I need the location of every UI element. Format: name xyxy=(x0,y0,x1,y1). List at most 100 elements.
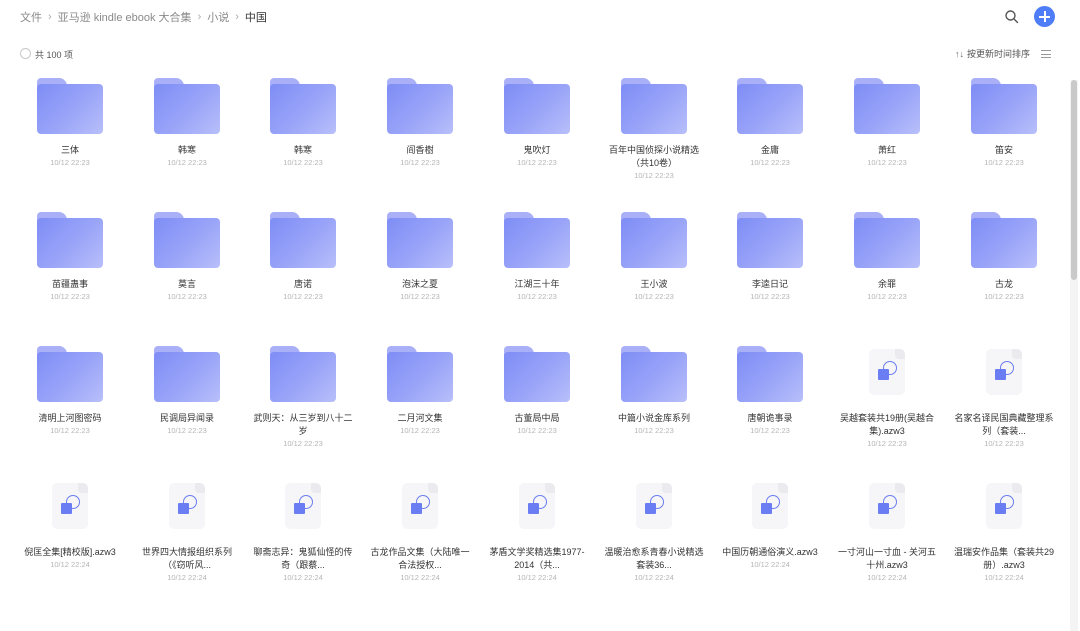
item-name: 中国历朝通俗演义.azw3 xyxy=(722,547,818,557)
azw3-file-icon xyxy=(971,346,1037,402)
item-date: 10/12 22:23 xyxy=(400,426,440,435)
item-date: 10/12 22:23 xyxy=(984,292,1024,301)
item-name: 金庸 xyxy=(760,145,779,155)
item-name: 民调局异闻录 xyxy=(159,413,214,423)
folder-icon xyxy=(971,78,1037,134)
item-name: 泡沫之夏 xyxy=(401,279,438,289)
item-name: 唐诺 xyxy=(293,279,312,289)
folder-icon xyxy=(37,212,103,268)
folder-icon xyxy=(737,212,803,268)
azw3-file-icon xyxy=(854,480,920,536)
folder-icon xyxy=(387,212,453,268)
folder-icon xyxy=(621,78,687,134)
item-name: 温暖治愈系青春小说精选套装36... xyxy=(604,547,704,570)
item-name: 李逵日记 xyxy=(751,279,788,289)
item-date: 10/12 22:24 xyxy=(50,560,90,569)
item-date: 10/12 22:23 xyxy=(50,426,90,435)
item-name: 清明上河图密码 xyxy=(38,413,102,423)
item-name: 茅盾文学奖精选集1977-2014（共... xyxy=(489,547,585,570)
item-date: 10/12 22:23 xyxy=(517,292,557,301)
item-date: 10/12 22:23 xyxy=(867,439,907,448)
folder-icon xyxy=(971,212,1037,268)
folder-icon xyxy=(37,78,103,134)
item-date: 10/12 22:24 xyxy=(167,573,207,582)
item-date: 10/12 22:23 xyxy=(167,292,207,301)
item-name: 古龙 xyxy=(994,279,1013,289)
item-date: 10/12 22:23 xyxy=(867,292,907,301)
item-name: 古龙作品文集（大陆唯一合法授权... xyxy=(370,547,470,570)
item-date: 10/12 22:24 xyxy=(634,573,674,582)
item-name: 鬼吹灯 xyxy=(523,145,551,155)
item-date: 10/12 22:24 xyxy=(984,573,1024,582)
azw3-file-icon xyxy=(504,480,570,536)
folder-icon xyxy=(737,78,803,134)
item-date: 10/12 22:23 xyxy=(984,158,1024,167)
folder-icon xyxy=(504,212,570,268)
item-name: 一寸河山一寸血 - 关河五十州.azw3 xyxy=(838,547,936,570)
azw3-file-icon xyxy=(971,480,1037,536)
item-name: 中篇小说金库系列 xyxy=(617,413,690,423)
item-name: 阎香樹 xyxy=(406,145,434,155)
item-name: 韩寒 xyxy=(177,145,196,155)
item-name: 江湖三十年 xyxy=(514,279,560,289)
item-date: 10/12 22:24 xyxy=(517,573,557,582)
folder-icon xyxy=(504,346,570,402)
file-grid: 三体 10/12 22:23 韩寒 10/12 22:23 韩寒 10/12 22:23 阎… xyxy=(0,0,1068,631)
item-name: 古董局中局 xyxy=(514,413,560,423)
item-name: 聊斋志异：鬼狐仙怪的传奇（跟蔡... xyxy=(253,547,353,570)
item-name: 吴越套装共19册(吴越合集).azw3 xyxy=(839,413,934,436)
item-date: 10/12 22:23 xyxy=(750,158,790,167)
folder-icon xyxy=(737,346,803,402)
item-date: 10/12 22:23 xyxy=(167,158,207,167)
scrollbar[interactable] xyxy=(1070,80,1078,631)
folder-icon xyxy=(621,346,687,402)
item-name: 余罪 xyxy=(877,279,896,289)
item-name: 王小波 xyxy=(640,279,668,289)
item-date: 10/12 22:23 xyxy=(283,292,323,301)
azw3-file-icon xyxy=(387,480,453,536)
item-date: 10/12 22:23 xyxy=(50,292,90,301)
folder-icon xyxy=(504,78,570,134)
folder-icon xyxy=(387,78,453,134)
item-date: 10/12 22:23 xyxy=(634,292,674,301)
item-date: 10/12 22:23 xyxy=(167,426,207,435)
item-name: 武则天：从三岁到八十二岁 xyxy=(253,413,353,436)
item-date: 10/12 22:24 xyxy=(867,573,907,582)
item-name: 三体 xyxy=(60,145,79,155)
folder-icon xyxy=(854,212,920,268)
folder-icon xyxy=(37,346,103,402)
item-date: 10/12 22:23 xyxy=(517,158,557,167)
azw3-file-icon xyxy=(270,480,336,536)
folder-icon xyxy=(270,346,336,402)
item-date: 10/12 22:23 xyxy=(283,158,323,167)
item-date: 10/12 22:23 xyxy=(634,171,674,180)
item-date: 10/12 22:24 xyxy=(400,573,440,582)
item-date: 10/12 22:23 xyxy=(400,292,440,301)
folder-icon xyxy=(154,78,220,134)
item-name: 百年中国侦探小说精选（共10卷） xyxy=(608,145,699,168)
item-name: 笛安 xyxy=(994,145,1013,155)
item-date: 10/12 22:23 xyxy=(283,439,323,448)
item-name: 韩寒 xyxy=(293,145,312,155)
folder-icon xyxy=(154,346,220,402)
item-date: 10/12 22:23 xyxy=(50,158,90,167)
item-date: 10/12 22:23 xyxy=(867,158,907,167)
item-name: 苗疆蛊事 xyxy=(51,279,88,289)
item-name: 唐朝诡事录 xyxy=(747,413,793,423)
item-date: 10/12 22:23 xyxy=(984,439,1024,448)
item-name: 萧红 xyxy=(877,145,896,155)
item-date: 10/12 22:23 xyxy=(517,426,557,435)
item-name: 温瑞安作品集（套装共29册）.azw3 xyxy=(954,547,1055,570)
azw3-file-icon xyxy=(621,480,687,536)
item-name: 倪匡全集[精校版].azw3 xyxy=(24,547,116,557)
folder-icon xyxy=(270,78,336,134)
folder-icon xyxy=(854,78,920,134)
folder-icon xyxy=(387,346,453,402)
item-name: 二月河文集 xyxy=(397,413,443,423)
scrollbar-thumb[interactable] xyxy=(1071,80,1077,280)
azw3-file-icon xyxy=(154,480,220,536)
item-date: 10/12 22:23 xyxy=(400,158,440,167)
azw3-file-icon xyxy=(37,480,103,536)
item-date: 10/12 22:24 xyxy=(283,573,323,582)
folder-icon xyxy=(621,212,687,268)
